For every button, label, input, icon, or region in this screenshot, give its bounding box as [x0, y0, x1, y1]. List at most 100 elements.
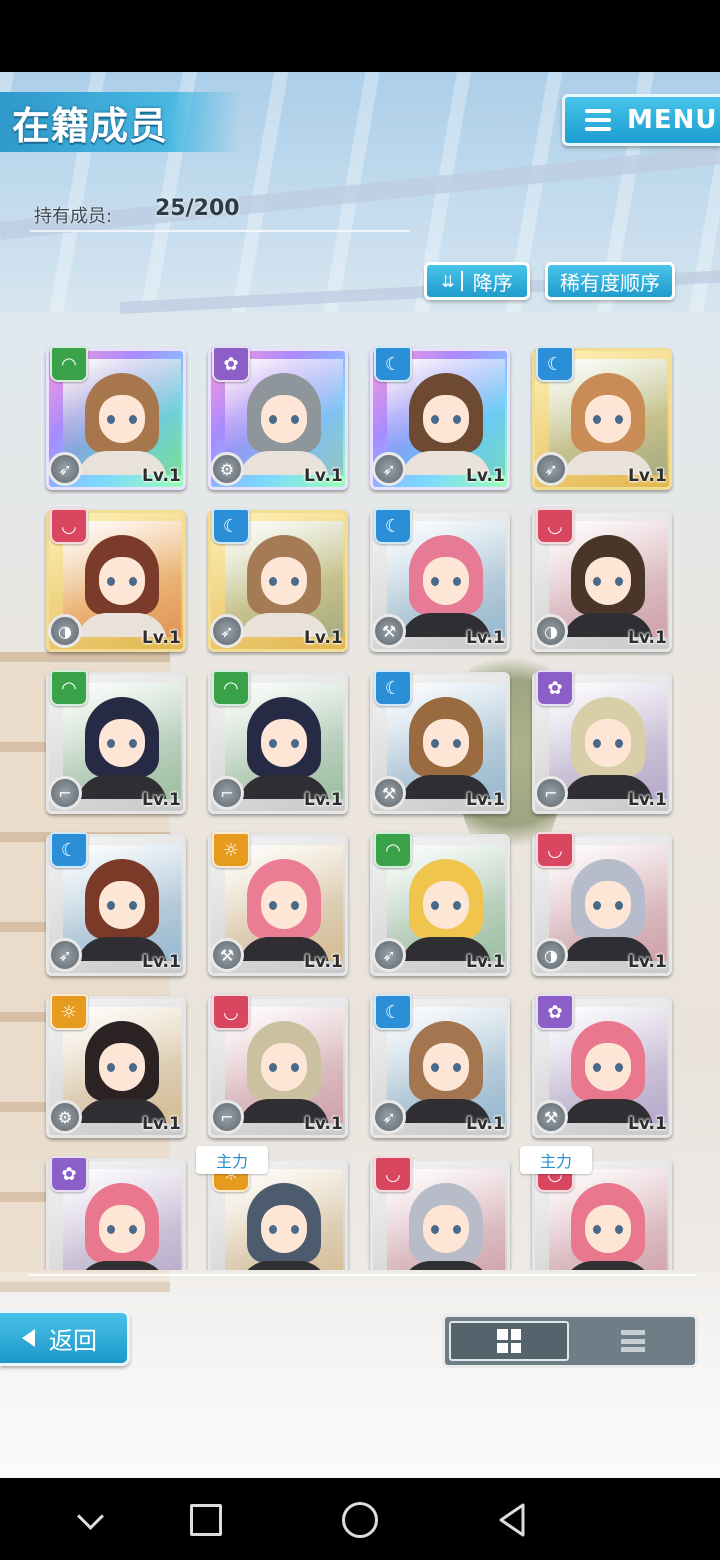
back-button[interactable]: 返回: [0, 1310, 130, 1366]
card-level: Lv.1: [142, 790, 181, 810]
main-member-tag: 主力: [520, 1146, 592, 1174]
background-floor: [0, 1272, 720, 1478]
character-eye: [129, 415, 137, 424]
character-body: [401, 1261, 491, 1270]
member-card[interactable]: ◡ ◑ Lv.1: [532, 832, 674, 978]
moon-icon: ☾: [212, 508, 250, 544]
card-level: Lv.1: [628, 790, 667, 810]
character-face: [585, 1205, 631, 1253]
character-eye: [107, 415, 115, 424]
character-eye: [107, 577, 115, 586]
nav-recents-button[interactable]: [184, 1498, 228, 1542]
blade-icon: ➶: [372, 938, 406, 972]
member-card[interactable]: ◠ ➶ Lv.1: [46, 346, 188, 492]
member-card[interactable]: ☼ ⚙ Lv.1: [46, 994, 188, 1140]
sort-order-button[interactable]: ⇊ 降序: [424, 262, 530, 300]
member-card[interactable]: ☾ ➶ Lv.1: [46, 832, 188, 978]
character-face: [99, 1205, 145, 1253]
member-card[interactable]: ◠ ⌐ Lv.1: [208, 670, 350, 816]
character-face: [99, 557, 145, 605]
character-face: [99, 1043, 145, 1091]
card-level: Lv.1: [304, 466, 343, 486]
nav-hide-keyboard-button[interactable]: [68, 1498, 112, 1542]
character-eye: [291, 1063, 299, 1072]
status-bar: [0, 0, 720, 72]
blade-icon: ➶: [48, 452, 82, 486]
character-eye: [615, 1063, 623, 1072]
character-eye: [593, 739, 601, 748]
member-card[interactable]: ✿: [46, 1156, 188, 1270]
member-card[interactable]: ☼ ⚒ Lv.1: [208, 832, 350, 978]
character-face: [99, 719, 145, 767]
character-face: [261, 395, 307, 443]
member-label: 持有成员:: [34, 206, 113, 227]
card-level: Lv.1: [304, 790, 343, 810]
character-eye: [431, 415, 439, 424]
member-card[interactable]: ☾ ➶ Lv.1: [208, 508, 350, 654]
character-eye: [269, 739, 277, 748]
flower-icon: ✿: [212, 346, 250, 382]
character-eye: [453, 901, 461, 910]
crescent-icon: ◡: [536, 832, 574, 868]
member-card[interactable]: ✿ ⚙ Lv.1: [208, 346, 350, 492]
character-face: [261, 1043, 307, 1091]
android-nav-bar: [0, 1478, 720, 1560]
character-body: [77, 1261, 167, 1270]
character-eye: [129, 1063, 137, 1072]
sort-rarity-label: 稀有度顺序: [560, 270, 660, 295]
member-grid: ◠ ➶ Lv.1 ✿ ⚙ Lv.1 ☾ ➶ Lv.1 ☾ ➶ Lv.1 ◡ ◑ Lv.1 ☾ ➶ Lv.1 ☾ ⚒ Lv…: [0, 344, 720, 1270]
member-card[interactable]: ◠ ➶ Lv.1: [370, 832, 512, 978]
gun-icon: ⌐: [534, 776, 568, 810]
member-card[interactable]: ✿ ⌐ Lv.1: [532, 670, 674, 816]
member-card[interactable]: ☾ ➶ Lv.1: [370, 346, 512, 492]
character-face: [423, 557, 469, 605]
character-face: [99, 395, 145, 443]
triangle-back-icon: [499, 1503, 525, 1537]
flower-icon: ✿: [536, 670, 574, 706]
character-eye: [269, 901, 277, 910]
character-eye: [615, 739, 623, 748]
blade-icon: ➶: [534, 452, 568, 486]
member-card[interactable]: ☼ 主力: [196, 1146, 350, 1270]
member-card[interactable]: ◡ ◑ Lv.1: [46, 508, 188, 654]
moon-icon: ☾: [374, 994, 412, 1030]
grid-divider: [28, 1274, 696, 1276]
crescent-icon: ◡: [212, 994, 250, 1030]
nav-back-button[interactable]: [490, 1498, 534, 1542]
member-card[interactable]: ☾ ➶ Lv.1: [532, 346, 674, 492]
member-card[interactable]: ◠ ⌐ Lv.1: [46, 670, 188, 816]
member-card[interactable]: ✿ ⚒ Lv.1: [532, 994, 674, 1140]
card-level: Lv.1: [304, 1114, 343, 1134]
card-level: Lv.1: [142, 952, 181, 972]
hamburger-icon: [585, 109, 611, 131]
sort-rarity-button[interactable]: 稀有度顺序: [545, 262, 675, 300]
character-eye: [593, 901, 601, 910]
character-eye: [107, 739, 115, 748]
character-eye: [431, 1225, 439, 1234]
character-eye: [593, 415, 601, 424]
member-card[interactable]: ☾ ⚒ Lv.1: [370, 508, 512, 654]
character-eye: [431, 577, 439, 586]
member-card[interactable]: ☾ ⚒ Lv.1: [370, 670, 512, 816]
member-card[interactable]: ◡ 主力: [520, 1146, 674, 1270]
page-title: 在籍成员: [12, 103, 169, 148]
member-card[interactable]: ◡ ◑ Lv.1: [532, 508, 674, 654]
character-eye: [129, 577, 137, 586]
grid-view-button[interactable]: [449, 1321, 569, 1361]
member-card[interactable]: ◡: [370, 1156, 512, 1270]
card-level: Lv.1: [628, 952, 667, 972]
card-level: Lv.1: [142, 466, 181, 486]
circle-icon: [342, 1502, 378, 1538]
member-card[interactable]: ☾ ➶ Lv.1: [370, 994, 512, 1140]
character-eye: [269, 577, 277, 586]
wave-icon: ◠: [212, 670, 250, 706]
member-count: 25/200: [155, 196, 240, 221]
nav-home-button[interactable]: [338, 1498, 382, 1542]
member-card[interactable]: ◡ ⌐ Lv.1: [208, 994, 350, 1140]
character-eye: [107, 1225, 115, 1234]
menu-button[interactable]: MENU: [562, 94, 720, 146]
square-icon: [190, 1504, 222, 1536]
list-view-button[interactable]: [575, 1321, 691, 1361]
moon-icon: ☾: [374, 670, 412, 706]
back-arrow-icon: [22, 1329, 35, 1347]
